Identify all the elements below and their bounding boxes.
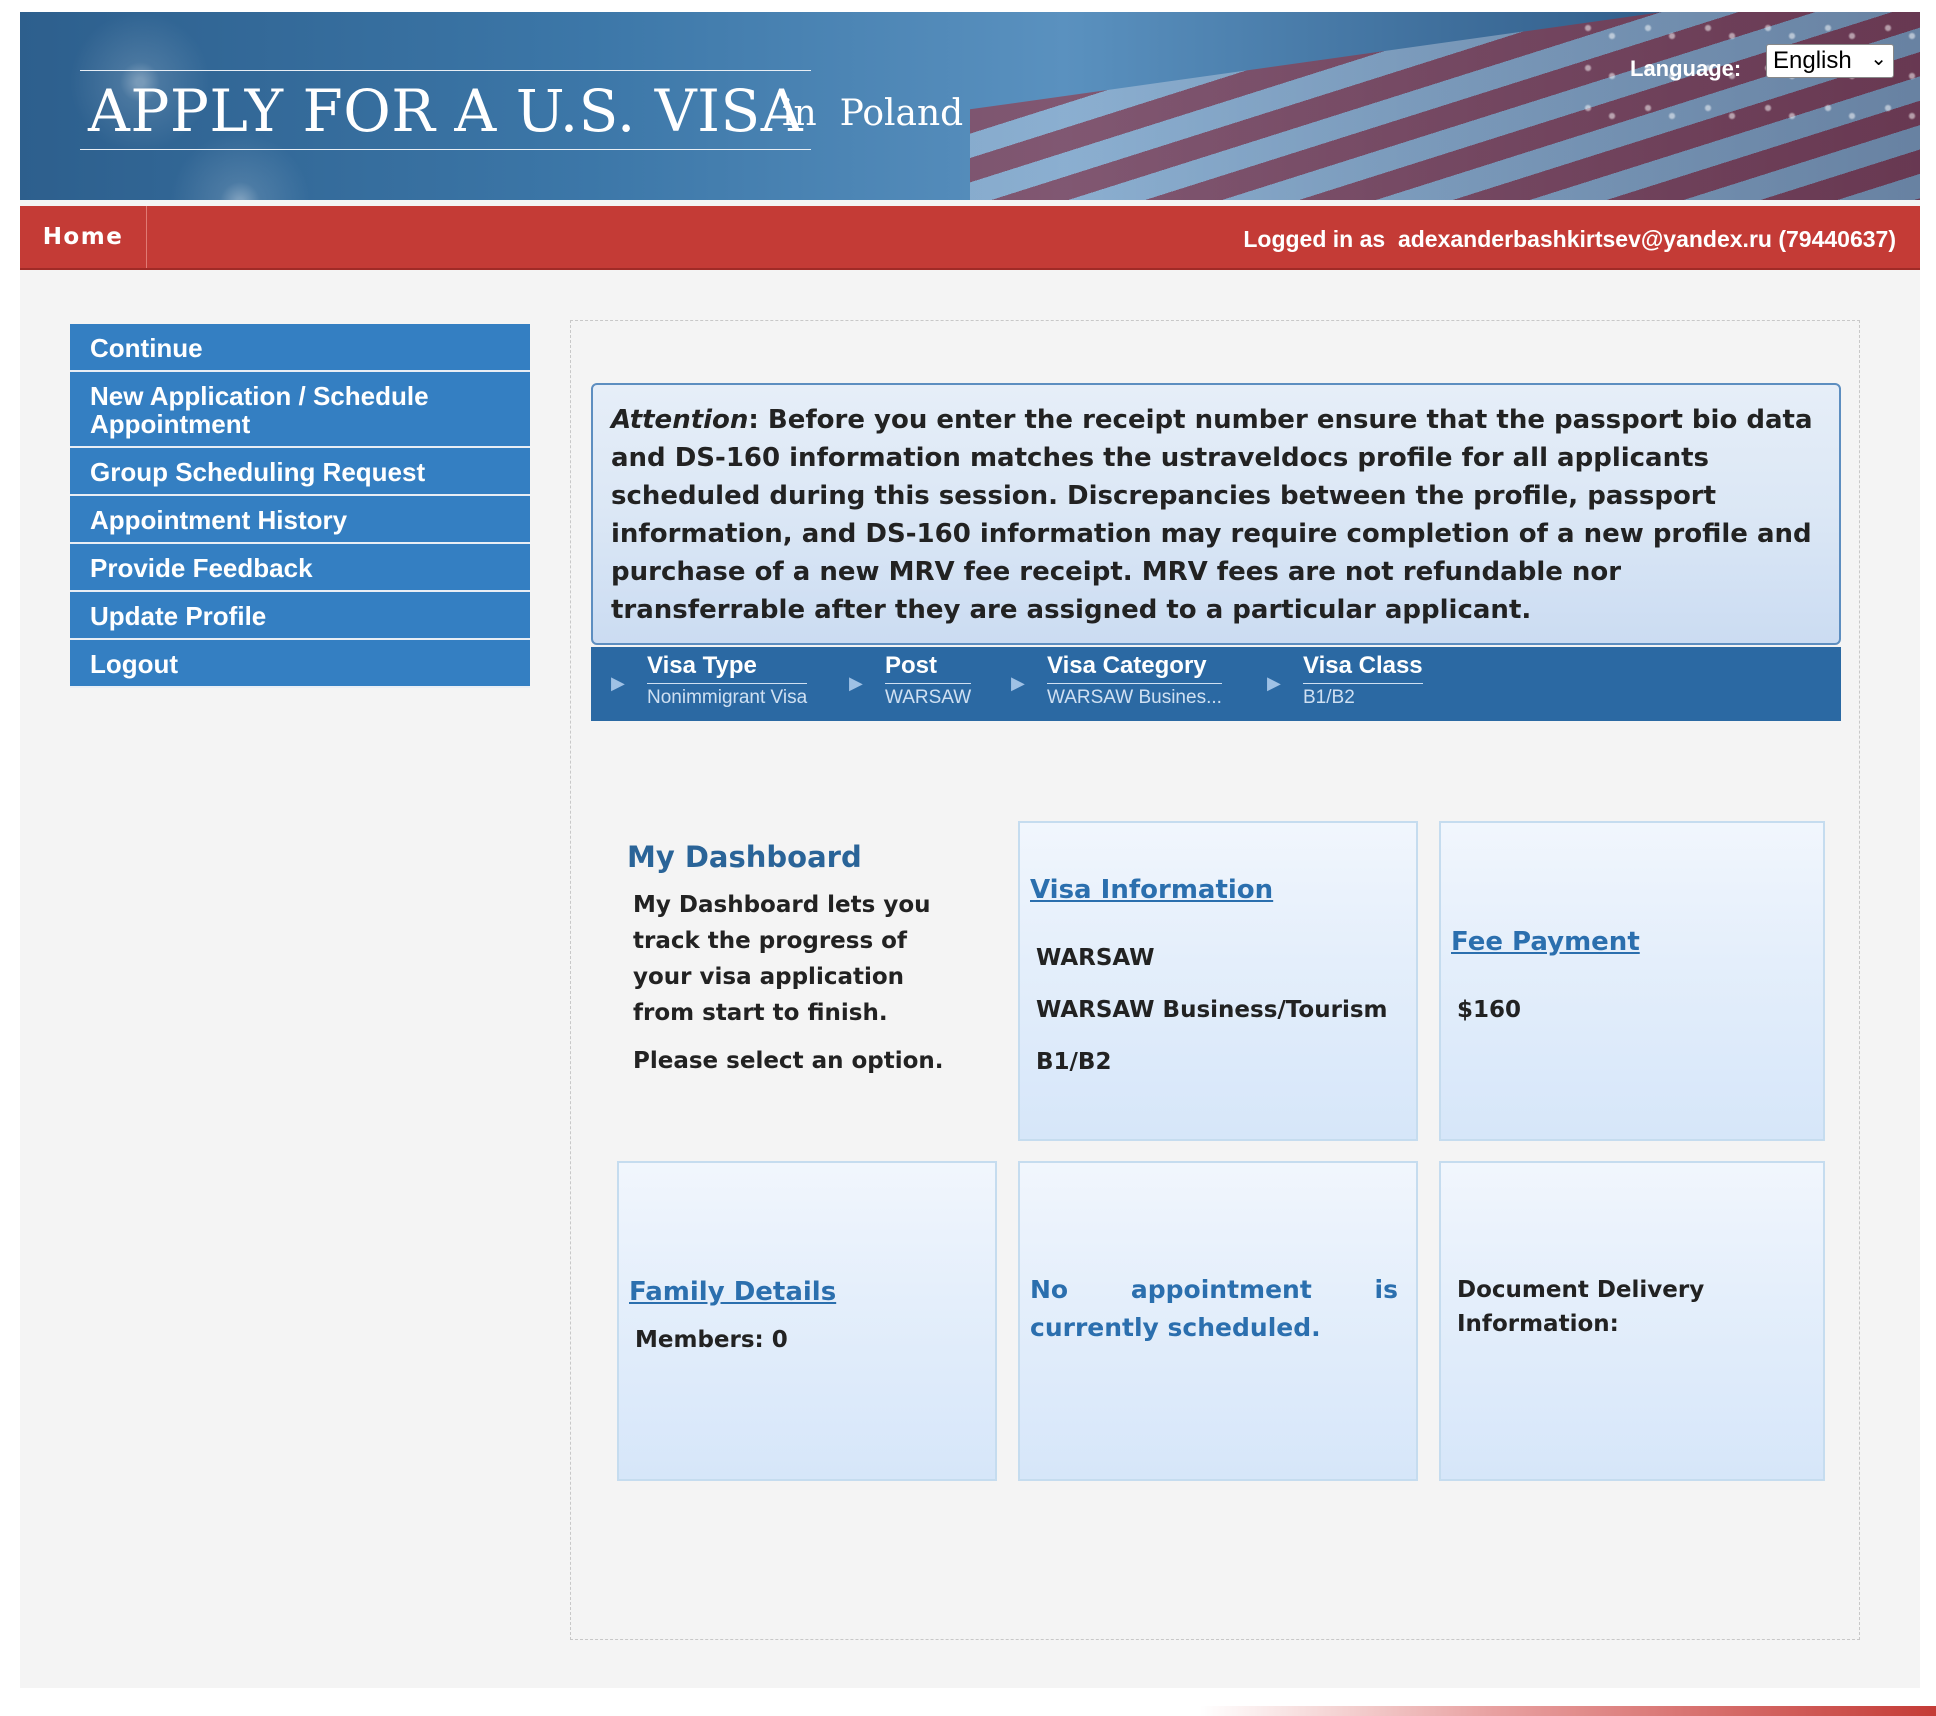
triangle-right-icon: ▶: [849, 673, 863, 694]
breadcrumb-post: ▶ Post WARSAW: [849, 651, 972, 712]
sidebar-item-group-scheduling[interactable]: Group Scheduling Request: [70, 448, 530, 496]
sidebar-menu: Continue New Application / Schedule Appo…: [70, 324, 530, 688]
language-value: English: [1773, 47, 1852, 74]
triangle-right-icon: ▶: [1011, 673, 1025, 694]
sidebar-item-continue[interactable]: Continue: [70, 324, 530, 372]
family-details-link[interactable]: Family Details: [629, 1275, 836, 1309]
document-delivery-card: Document Delivery Information:: [1439, 1161, 1825, 1481]
site-subtitle: in Poland: [782, 93, 964, 134]
dashboard-intro: My Dashboard My Dashboard lets you track…: [627, 839, 967, 1079]
dashboard-prompt: Please select an option.: [633, 1048, 944, 1074]
sidebar-item-update-profile[interactable]: Update Profile: [70, 592, 530, 640]
triangle-right-icon: ▶: [611, 673, 625, 694]
fee-payment-card: Fee Payment $160: [1439, 821, 1825, 1141]
fee-payment-link[interactable]: Fee Payment: [1451, 925, 1640, 959]
attention-label: Attention: [611, 405, 749, 435]
visa-info-post: WARSAW: [1036, 945, 1155, 971]
visa-information-card: Visa Information WARSAW WARSAW Business/…: [1018, 821, 1418, 1141]
appointment-status: No appointment is currently scheduled.: [1030, 1275, 1398, 1342]
breadcrumb-visa-type: ▶ Visa Type Nonimmigrant Visa: [611, 651, 808, 712]
language-label: Language:: [1630, 56, 1742, 81]
dashboard-description: My Dashboard lets you track the progress…: [633, 892, 931, 1026]
breadcrumb-title: Visa Category: [1047, 651, 1222, 684]
sidebar-item-provide-feedback[interactable]: Provide Feedback: [70, 544, 530, 592]
breadcrumb-title: Visa Class: [1303, 651, 1423, 684]
breadcrumb-title: Post: [885, 651, 972, 684]
logged-in-info: Logged in as adexanderbashkirtsev@yandex…: [1243, 226, 1896, 252]
main-content: Attention: Before you enter the receipt …: [570, 320, 1860, 1640]
sidebar-item-appointment-history[interactable]: Appointment History: [70, 496, 530, 544]
footer-decoration: [1200, 1706, 1936, 1716]
page: APPLY FOR A U.S. VISA in Poland Language…: [20, 12, 1920, 1688]
document-delivery-info: Document Delivery Information:: [1457, 1277, 1705, 1337]
visa-information-link[interactable]: Visa Information: [1030, 873, 1273, 907]
breadcrumb: ▶ Visa Type Nonimmigrant Visa ▶ Post WAR…: [591, 647, 1841, 721]
fee-amount: $160: [1457, 997, 1522, 1023]
appointment-card: No appointment is currently scheduled.: [1018, 1161, 1418, 1481]
breadcrumb-value: WARSAW: [885, 687, 972, 708]
top-nav: Home Logged in as adexanderbashkirtsev@y…: [20, 206, 1920, 270]
language-select[interactable]: English ⌄: [1766, 44, 1894, 78]
breadcrumb-title: Visa Type: [647, 651, 808, 684]
sidebar-item-logout[interactable]: Logout: [70, 640, 530, 688]
breadcrumb-value: Nonimmigrant Visa: [647, 687, 808, 708]
header-banner: APPLY FOR A U.S. VISA in Poland Language…: [20, 12, 1920, 200]
site-title: APPLY FOR A U.S. VISA: [80, 70, 812, 150]
breadcrumb-visa-category: ▶ Visa Category WARSAW Busines...: [1011, 651, 1222, 712]
chevron-down-icon: ⌄: [1870, 48, 1887, 70]
sidebar-item-new-application[interactable]: New Application / Schedule Appointment: [70, 372, 530, 448]
nav-home-link[interactable]: Home: [20, 206, 147, 268]
family-members-count: Members: 0: [635, 1327, 788, 1353]
attention-text: : Before you enter the receipt number en…: [611, 405, 1813, 625]
visa-info-category: WARSAW Business/Tourism: [1036, 997, 1388, 1023]
attention-notice: Attention: Before you enter the receipt …: [591, 383, 1841, 645]
family-details-card: Family Details Members: 0: [617, 1161, 997, 1481]
breadcrumb-value: WARSAW Busines...: [1047, 687, 1222, 708]
dashboard-title: My Dashboard: [627, 840, 862, 874]
visa-info-class: B1/B2: [1036, 1049, 1112, 1075]
breadcrumb-value: B1/B2: [1303, 687, 1355, 708]
breadcrumb-visa-class: ▶ Visa Class B1/B2: [1267, 651, 1423, 712]
triangle-right-icon: ▶: [1267, 673, 1281, 694]
